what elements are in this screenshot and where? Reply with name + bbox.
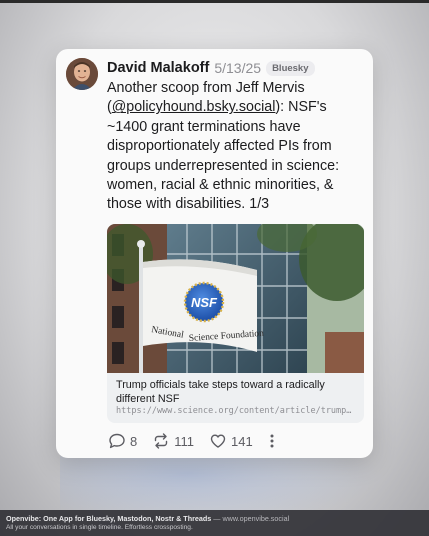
repost-arrows-icon bbox=[155, 433, 168, 449]
heart-icon bbox=[210, 434, 226, 448]
flag-logo-text: NSF bbox=[191, 295, 218, 310]
footer-line-1: Openvibe: One App for Bluesky, Mastodon,… bbox=[6, 514, 289, 523]
vertical-ellipsis-icon bbox=[270, 434, 274, 448]
footer-app-name: Openvibe: One App for Bluesky, Mastodon,… bbox=[6, 514, 212, 523]
link-title[interactable]: Trump officials take steps toward a radi… bbox=[116, 379, 356, 406]
repost-button[interactable]: 111 bbox=[152, 432, 194, 450]
post-text-body: ): NSF's ~1400 grant terminations have d… bbox=[107, 99, 340, 213]
mention-link[interactable]: @policyhound.bsky.social bbox=[112, 99, 276, 115]
like-count: 141 bbox=[231, 433, 253, 449]
network-badge: Bluesky bbox=[266, 60, 315, 76]
post-date[interactable]: 5/13/25 bbox=[214, 60, 261, 76]
post-actions: 8 111 141 bbox=[108, 431, 276, 451]
post-text: Another scoop from Jeff Mervis (@policyh… bbox=[107, 79, 369, 215]
like-button[interactable]: 141 bbox=[209, 432, 253, 450]
reply-count: 8 bbox=[130, 433, 138, 449]
window-frame-top bbox=[0, 0, 429, 3]
link-url[interactable]: https://www.science.org/content/article/… bbox=[116, 406, 356, 416]
more-options-button[interactable] bbox=[268, 432, 276, 450]
promo-footer: Openvibe: One App for Bluesky, Mastodon,… bbox=[0, 510, 429, 536]
post-header: David Malakoff 5/13/25 Bluesky bbox=[107, 59, 315, 77]
footer-tagline: All your conversations in single timelin… bbox=[6, 524, 193, 531]
author-name[interactable]: David Malakoff bbox=[107, 60, 209, 76]
speech-bubble-icon bbox=[109, 433, 125, 449]
link-preview-image: NSF National Science Foundation bbox=[107, 224, 364, 373]
reply-button[interactable]: 8 bbox=[108, 432, 137, 450]
footer-site-link[interactable]: www.openvibe.social bbox=[222, 514, 289, 523]
avatar[interactable] bbox=[66, 58, 98, 90]
link-preview-card[interactable]: NSF National Science Foundation Trump of… bbox=[107, 224, 364, 423]
avatar-image bbox=[66, 58, 98, 90]
footer-separator: — bbox=[211, 514, 223, 523]
repost-count: 111 bbox=[174, 433, 194, 449]
